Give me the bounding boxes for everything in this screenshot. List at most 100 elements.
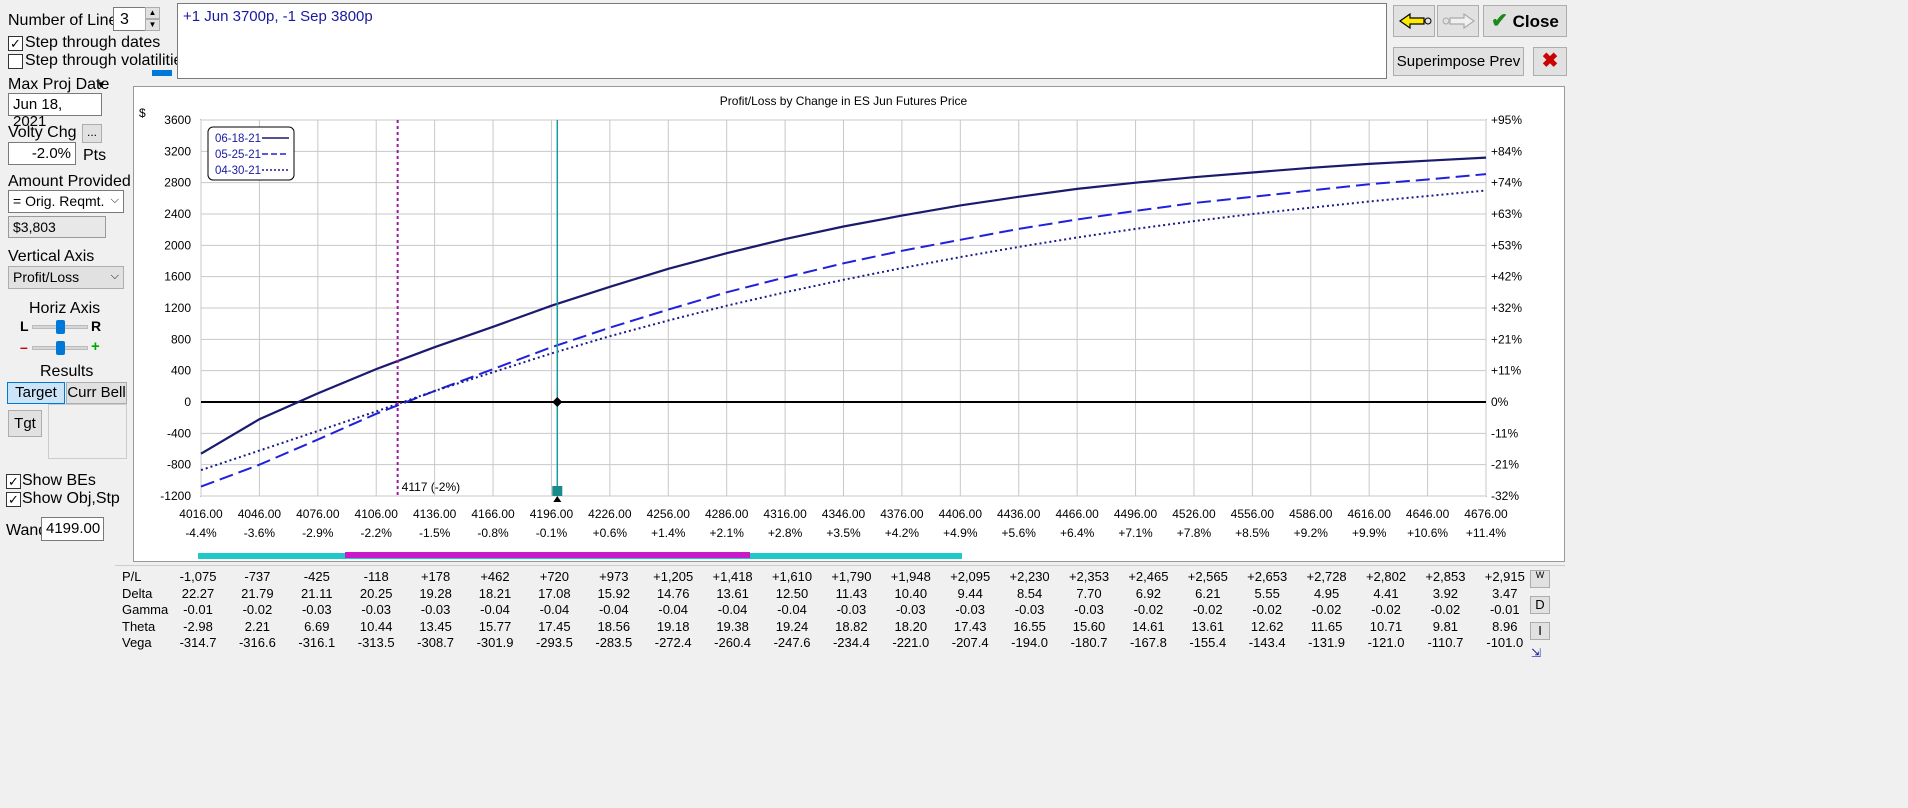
- spin-down-button[interactable]: ▼: [145, 19, 160, 31]
- volty-chg-input[interactable]: -2.0%: [8, 142, 76, 165]
- x-tick-label: 4196.00: [530, 507, 574, 521]
- x-pct-label: +9.2%: [1294, 526, 1329, 540]
- greeks-table: P/L -1,075 -737 -425 -118 +178 +462 +720 +973 +1,…: [115, 565, 1565, 663]
- x-tick-label: 4076.00: [296, 507, 340, 521]
- zoom-slider-thumb[interactable]: [56, 341, 65, 355]
- legend-label: 06-18-21: [215, 133, 261, 145]
- side-button-d[interactable]: D: [1530, 596, 1550, 614]
- x-tick-label: 4226.00: [588, 507, 632, 521]
- y-tick-label: 3200: [164, 144, 191, 158]
- x-pct-label: -4.4%: [185, 526, 217, 540]
- x-pct-label: +0.6%: [593, 526, 628, 540]
- volty-more-button[interactable]: ...: [82, 124, 102, 143]
- x-tick-label: 4616.00: [1347, 507, 1391, 521]
- number-of-lines-input[interactable]: 3: [113, 7, 146, 31]
- breakeven-label: 4117 (-2%): [402, 480, 460, 494]
- show-obj-checkbox[interactable]: ✓: [6, 492, 21, 507]
- horiz-axis-label: Horiz Axis: [29, 300, 101, 317]
- checkmark-icon: ✔: [1491, 10, 1508, 32]
- x-pct-label: +9.9%: [1352, 526, 1387, 540]
- x-tick-label: 4556.00: [1231, 507, 1275, 521]
- results-label: Results: [40, 363, 94, 380]
- max-proj-date-input[interactable]: Jun 18, 2021: [8, 93, 102, 130]
- pl-chart-svg: Profit/Loss by Change in ES Jun Futures …: [139, 94, 1522, 559]
- curr-bell-button[interactable]: Curr Bell: [66, 382, 127, 404]
- x-tick-label: 4466.00: [1055, 507, 1099, 521]
- y-tick-label: 2000: [164, 238, 191, 252]
- horiz-slider-thumb[interactable]: [56, 320, 65, 334]
- y-pct-label: -21%: [1491, 458, 1519, 472]
- x-tick-label: 4586.00: [1289, 507, 1333, 521]
- export-icon[interactable]: ⇲: [1531, 646, 1549, 660]
- wand-input[interactable]: 4199.00: [41, 517, 104, 541]
- y-pct-label: -11%: [1491, 426, 1518, 440]
- x-pct-label: -2.2%: [361, 526, 393, 540]
- side-button-i[interactable]: I: [1530, 622, 1550, 640]
- small-slider-icon[interactable]: [152, 70, 172, 76]
- step-vols-checkbox[interactable]: [8, 54, 23, 69]
- amount-provided-label: Amount Provided: [8, 173, 131, 190]
- y-pct-label: +11%: [1491, 364, 1521, 378]
- step-vols-label: Step through volatilities: [25, 52, 191, 69]
- range-band-magenta: [345, 552, 750, 558]
- x-pct-label: +5.6%: [1002, 526, 1037, 540]
- y-tick-label: 2400: [164, 207, 191, 221]
- right-arrow-icon: [1442, 12, 1476, 30]
- x-pct-label: -0.8%: [477, 526, 509, 540]
- y-tick-label: -800: [167, 458, 191, 472]
- spin-up-button[interactable]: ▲: [145, 7, 160, 19]
- y-tick-label: 400: [171, 364, 191, 378]
- pl-chart[interactable]: Profit/Loss by Change in ES Jun Futures …: [133, 86, 1565, 562]
- x-tick-label: 4106.00: [355, 507, 399, 521]
- x-pct-label: +7.1%: [1118, 526, 1153, 540]
- forward-arrow-button[interactable]: [1437, 5, 1479, 37]
- legend-label: 05-25-21: [215, 149, 261, 161]
- side-button-i-label: I: [1538, 623, 1542, 638]
- y-pct-label: +53%: [1491, 238, 1522, 252]
- x-tick-label: 4046.00: [238, 507, 282, 521]
- superimpose-prev-button[interactable]: Superimpose Prev: [1393, 47, 1524, 76]
- x-tick-label: 4136.00: [413, 507, 457, 521]
- amount-provided-value: = Orig. Reqmt.: [13, 193, 105, 209]
- chevron-down-icon: ⌵: [110, 270, 119, 282]
- x-pct-label: +2.1%: [710, 526, 745, 540]
- close-button[interactable]: ✔ Close: [1483, 5, 1567, 37]
- position-textarea[interactable]: +1 Jun 3700p, -1 Sep 3800p: [177, 3, 1387, 79]
- zero-diamond-marker: [552, 397, 563, 407]
- x-tick-label: 4376.00: [880, 507, 924, 521]
- x-pct-label: +4.9%: [943, 526, 978, 540]
- tgt-button[interactable]: Tgt: [8, 410, 42, 437]
- max-proj-date-label[interactable]: Max Proj Date: [8, 76, 109, 94]
- target-button[interactable]: Target: [7, 382, 65, 404]
- x-tick-label: 4496.00: [1114, 507, 1158, 521]
- x-tick-label: 4646.00: [1406, 507, 1450, 521]
- x-pct-label: +6.4%: [1060, 526, 1095, 540]
- vertical-axis-label: Vertical Axis: [8, 248, 95, 265]
- step-dates-checkbox[interactable]: ✓: [8, 36, 23, 51]
- current-price-arrow: [553, 496, 562, 502]
- x-pct-label: +11.4%: [1466, 526, 1506, 540]
- number-of-lines-value: 3: [120, 11, 129, 28]
- x-tick-label: 4286.00: [705, 507, 749, 521]
- vertical-axis-select[interactable]: Profit/Loss ⌵: [8, 266, 124, 289]
- side-button-w[interactable]: W: [1530, 570, 1550, 588]
- y-tick-label: -400: [167, 426, 191, 440]
- step-dates-label: Step through dates: [25, 34, 161, 51]
- x-pct-label: +8.5%: [1235, 526, 1270, 540]
- x-tick-label: 4316.00: [763, 507, 807, 521]
- amount-provided-select[interactable]: = Orig. Reqmt. ⌵: [8, 190, 124, 213]
- x-pct-label: -0.1%: [536, 526, 568, 540]
- x-tick-label: 4016.00: [179, 507, 223, 521]
- side-button-w-label: W: [1535, 570, 1545, 580]
- x-tick-label: 4526.00: [1172, 507, 1216, 521]
- close-x-button[interactable]: ✖: [1533, 47, 1567, 76]
- y-tick-label: 800: [171, 332, 191, 346]
- x-tick-label: 4436.00: [997, 507, 1041, 521]
- dropdown-arrow-icon[interactable]: ▼: [96, 80, 106, 91]
- vertical-axis-value: Profit/Loss: [13, 269, 80, 285]
- y-pct-label: +21%: [1491, 332, 1522, 346]
- show-bes-checkbox[interactable]: ✓: [6, 474, 21, 489]
- side-button-d-label: D: [1535, 597, 1545, 612]
- back-arrow-button[interactable]: [1393, 5, 1435, 37]
- horiz-r-label: R: [91, 318, 102, 334]
